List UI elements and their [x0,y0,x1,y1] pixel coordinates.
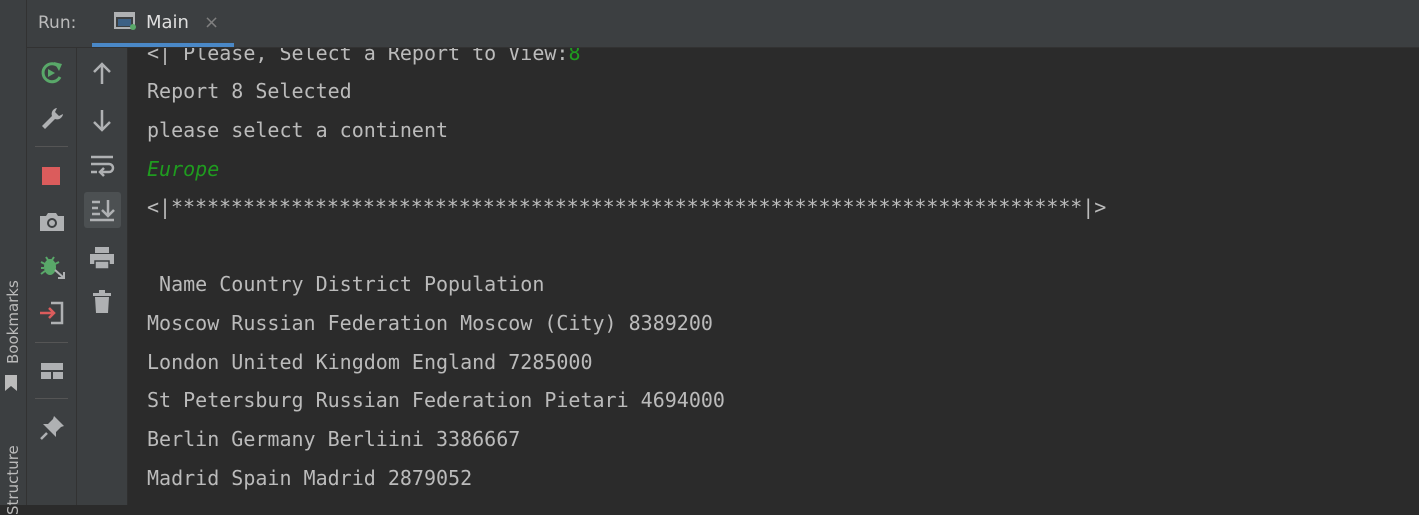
wrench-icon[interactable] [37,104,67,134]
arrow-up-icon[interactable] [87,59,117,89]
report-prompt: <| Please, Select a Report to View: [147,48,569,65]
scroll-to-end-button[interactable] [84,192,121,228]
table-row: London United Kingdom England 7285000 [147,350,593,374]
close-icon[interactable]: × [204,12,219,33]
rerun-icon[interactable] [37,58,67,88]
stop-icon[interactable] [37,161,67,191]
print-icon[interactable] [87,243,117,273]
run-toolbar-secondary [77,48,128,505]
active-tab-indicator [92,43,234,47]
toolbar-separator [35,146,68,147]
console-line-report-selected: Report 8 Selected [147,79,352,103]
toolbar-separator [35,398,68,399]
camera-icon[interactable] [37,207,67,237]
debug-bug-icon[interactable] [37,252,67,282]
arrow-down-icon[interactable] [87,105,117,135]
run-label: Run: [38,13,77,33]
scroll-to-end-icon [90,200,115,222]
bookmark-icon [5,375,17,391]
table-row: Madrid Spain Madrid 2879052 [147,466,473,490]
console-output[interactable]: <| Please, Select a Report to View:8 Rep… [128,48,1419,505]
table-row: Moscow Russian Federation Moscow (City) … [147,311,713,335]
toolbar-separator [35,342,68,343]
console-line-continent-prompt: please select a continent [147,118,449,142]
bookmarks-label: Bookmarks [4,280,22,364]
console-window-icon [114,12,136,30]
run-tool-window-header: Run: Main × [27,0,1419,48]
table-row: St Petersburg Russian Federation Pietari… [147,388,725,412]
console-separator: <|**************************************… [147,195,1107,219]
user-input-continent: Europe [147,157,220,181]
tab-title: Main [146,12,189,33]
pin-icon[interactable] [37,413,67,443]
trash-icon[interactable] [87,287,117,317]
user-input-report: 8 [568,48,581,65]
soft-wrap-icon[interactable] [87,150,117,180]
layout-icon[interactable] [37,356,67,386]
exit-icon[interactable] [37,298,67,328]
table-row: Berlin Germany Berliini 3386667 [147,427,521,451]
table-header: Name Country District Population [147,272,545,296]
tab-main[interactable]: Main × [92,0,234,47]
tool-window-stripe: Bookmarks Structure [0,0,27,515]
run-toolbar-primary [27,48,77,505]
console-line-prompt: <| Please, Select a Report to View:8 [147,48,580,65]
